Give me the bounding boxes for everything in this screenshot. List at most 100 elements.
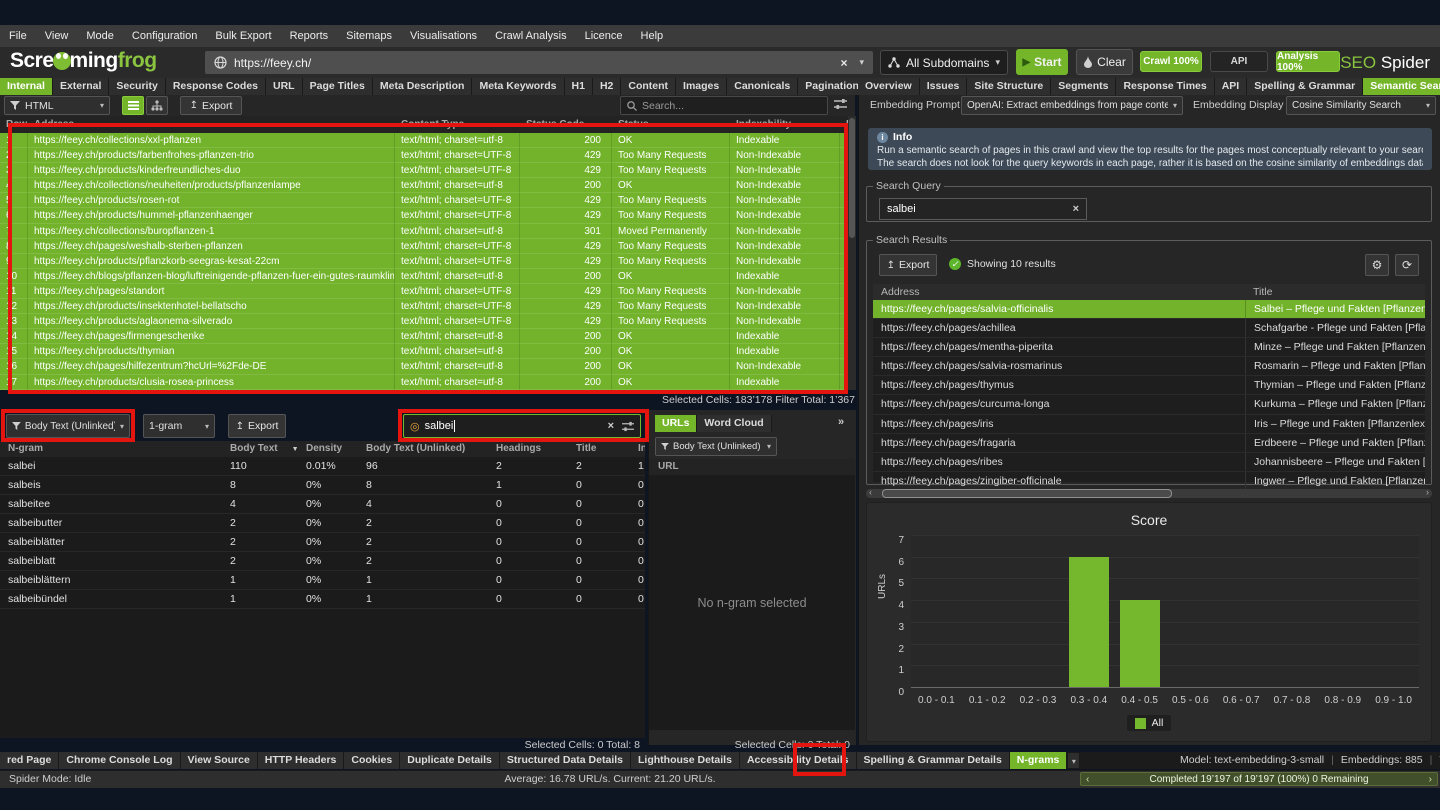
search-options-icon[interactable] xyxy=(834,98,847,110)
horizontal-scrollbar[interactable]: ‹ › xyxy=(866,489,1432,498)
ngram-export-button[interactable]: ↥ Export xyxy=(228,414,286,438)
tab-semantic-search[interactable]: Semantic Search xyxy=(1363,78,1440,95)
table-row[interactable]: 1https://feey.ch/collections/xxl-pflanze… xyxy=(0,133,848,148)
bar-0-3-0-4[interactable] xyxy=(1069,557,1109,687)
ngram-row[interactable]: salbei1100.01%96221 xyxy=(0,457,645,476)
tab-page-titles[interactable]: Page Titles xyxy=(303,78,373,95)
bottom-tab-red-page[interactable]: red Page xyxy=(0,752,59,769)
ngram-row[interactable]: salbeiblättern10%1000 xyxy=(0,571,645,590)
menu-licence[interactable]: Licence xyxy=(576,25,632,47)
table-row[interactable]: 8https://feey.ch/pages/weshalb-sterben-p… xyxy=(0,239,848,254)
tab-images[interactable]: Images xyxy=(676,78,727,95)
column-header-status[interactable]: Status xyxy=(612,116,730,133)
scroll-right-icon[interactable]: › xyxy=(1426,487,1429,497)
column-header-address[interactable]: Address xyxy=(28,116,395,133)
subdomains-dropdown[interactable]: All Subdomains ▾ xyxy=(880,50,1008,75)
bottom-tab-structured-data-details[interactable]: Structured Data Details xyxy=(500,752,631,769)
tab-meta-keywords[interactable]: Meta Keywords xyxy=(472,78,564,95)
results-refresh-button[interactable]: ⟳ xyxy=(1395,254,1419,276)
menu-file[interactable]: File xyxy=(0,25,36,47)
progress-right-icon[interactable]: › xyxy=(1424,774,1437,785)
result-row[interactable]: https://feey.ch/pages/achilleaSchafgarbe… xyxy=(873,319,1425,338)
table-row[interactable]: 9https://feey.ch/products/pflanzkorb-see… xyxy=(0,254,848,269)
bottom-tab-lighthouse-details[interactable]: Lighthouse Details xyxy=(631,752,740,769)
tab-overview[interactable]: Overview xyxy=(858,78,920,95)
bottom-tab-chrome-console-log[interactable]: Chrome Console Log xyxy=(59,752,180,769)
tab-internal[interactable]: Internal xyxy=(0,78,53,95)
tab-urls[interactable]: URLs xyxy=(655,415,697,432)
bottom-tab-overflow-icon[interactable]: ▾ xyxy=(1067,752,1080,769)
tab-h1[interactable]: H1 xyxy=(565,78,593,95)
tab-url[interactable]: URL xyxy=(266,78,303,95)
tab-spelling-grammar[interactable]: Spelling & Grammar xyxy=(1247,78,1363,95)
search-options-icon[interactable] xyxy=(622,421,634,432)
bottom-tab-accessibility-details[interactable]: Accessibility Details xyxy=(740,752,857,769)
tab-meta-description[interactable]: Meta Description xyxy=(373,78,473,95)
column-header-n-gram[interactable]: N-gram xyxy=(0,441,222,457)
tab-external[interactable]: External xyxy=(53,78,109,95)
menu-view[interactable]: View xyxy=(36,25,78,47)
column-header-body-text[interactable]: Body Text▼ xyxy=(222,441,298,457)
table-row[interactable]: 7https://feey.ch/collections/buropflanze… xyxy=(0,224,848,239)
table-row[interactable]: 13https://feey.ch/products/aglaonema-sil… xyxy=(0,314,848,329)
menu-mode[interactable]: Mode xyxy=(77,25,123,47)
semantic-query-input[interactable]: salbei × xyxy=(879,198,1087,220)
column-header-density[interactable]: Density xyxy=(298,441,358,457)
ngram-row[interactable]: salbeibutter20%2000 xyxy=(0,514,645,533)
result-row-selected[interactable]: https://feey.ch/pages/salvia-officinalis… xyxy=(873,300,1425,319)
bottom-tab-duplicate-details[interactable]: Duplicate Details xyxy=(400,752,500,769)
clear-search-icon[interactable]: × xyxy=(608,420,614,432)
bottom-tab-n-grams[interactable]: N-grams xyxy=(1010,752,1068,769)
column-header-headings[interactable]: Headings xyxy=(488,441,568,457)
menu-help[interactable]: Help xyxy=(632,25,673,47)
result-row[interactable]: https://feey.ch/pages/salvia-rosmarinusR… xyxy=(873,357,1425,376)
results-column-address[interactable]: Address xyxy=(873,284,1245,300)
column-header-body-text-unlinked[interactable]: Body Text (Unlinked) xyxy=(358,441,488,457)
clear-query-icon[interactable]: × xyxy=(1073,203,1079,215)
column-header-in[interactable]: In xyxy=(840,116,848,133)
table-row[interactable]: 3https://feey.ch/products/kinderfreundli… xyxy=(0,163,848,178)
column-header-row[interactable]: Row xyxy=(0,116,28,133)
result-row[interactable]: https://feey.ch/pages/irisIris – Pflege … xyxy=(873,415,1425,434)
clear-button[interactable]: Clear xyxy=(1076,49,1133,75)
bar-0-4-0-5[interactable] xyxy=(1120,600,1160,687)
tab-pagination[interactable]: Pagination xyxy=(798,78,867,95)
urls-panel-filter-dropdown[interactable]: Body Text (Unlinked) ▾ xyxy=(655,437,777,456)
column-header-title[interactable]: Title xyxy=(568,441,630,457)
bottom-tab-view-source[interactable]: View Source xyxy=(181,752,258,769)
export-button[interactable]: ↥ Export xyxy=(180,96,242,115)
menu-reports[interactable]: Reports xyxy=(281,25,338,47)
results-settings-button[interactable]: ⚙ xyxy=(1365,254,1389,276)
result-row[interactable]: https://feey.ch/pages/curcuma-longaKurku… xyxy=(873,395,1425,414)
ngram-row[interactable]: salbeiblatt20%2000 xyxy=(0,552,645,571)
bottom-tab-cookies[interactable]: Cookies xyxy=(344,752,400,769)
tab-content[interactable]: Content xyxy=(621,78,676,95)
bottom-tab-http-headers[interactable]: HTTP Headers xyxy=(258,752,345,769)
tree-view-button[interactable] xyxy=(146,96,168,115)
tab-security[interactable]: Security xyxy=(109,78,165,95)
start-button[interactable]: ▶ Start xyxy=(1016,49,1068,75)
result-row[interactable]: https://feey.ch/pages/fragariaErdbeere –… xyxy=(873,434,1425,453)
ngram-row[interactable]: salbeiblätter20%2000 xyxy=(0,533,645,552)
menu-visualisations[interactable]: Visualisations xyxy=(401,25,486,47)
results-column-title[interactable]: Title xyxy=(1245,284,1425,300)
table-scrollbar[interactable] xyxy=(848,116,856,390)
scrollbar-thumb[interactable] xyxy=(882,489,1172,498)
progress-left-icon[interactable]: ‹ xyxy=(1081,774,1094,785)
column-header-status-code[interactable]: Status Code xyxy=(520,116,612,133)
tab-word-cloud[interactable]: Word Cloud xyxy=(697,415,771,432)
table-row[interactable]: 4https://feey.ch/collections/neuheiten/p… xyxy=(0,178,848,193)
tab-segments[interactable]: Segments xyxy=(1051,78,1116,95)
table-row[interactable]: 14https://feey.ch/pages/firmengeschenket… xyxy=(0,329,848,344)
result-row[interactable]: https://feey.ch/pages/mentha-piperitaMin… xyxy=(873,338,1425,357)
tab-issues[interactable]: Issues xyxy=(920,78,968,95)
column-header-content-type[interactable]: Content Type xyxy=(395,116,520,133)
menu-sitemaps[interactable]: Sitemaps xyxy=(337,25,401,47)
tab-response-times[interactable]: Response Times xyxy=(1116,78,1214,95)
url-history-chevron-icon[interactable]: ▾ xyxy=(859,57,864,68)
bottom-tab-spelling-grammar-details[interactable]: Spelling & Grammar Details xyxy=(857,752,1010,769)
tab-h2[interactable]: H2 xyxy=(593,78,621,95)
column-header-indexability[interactable]: Indexability xyxy=(730,116,840,133)
table-row[interactable]: 17https://feey.ch/products/clusia-rosea-… xyxy=(0,375,848,390)
results-table-header[interactable]: AddressTitle xyxy=(873,284,1425,300)
